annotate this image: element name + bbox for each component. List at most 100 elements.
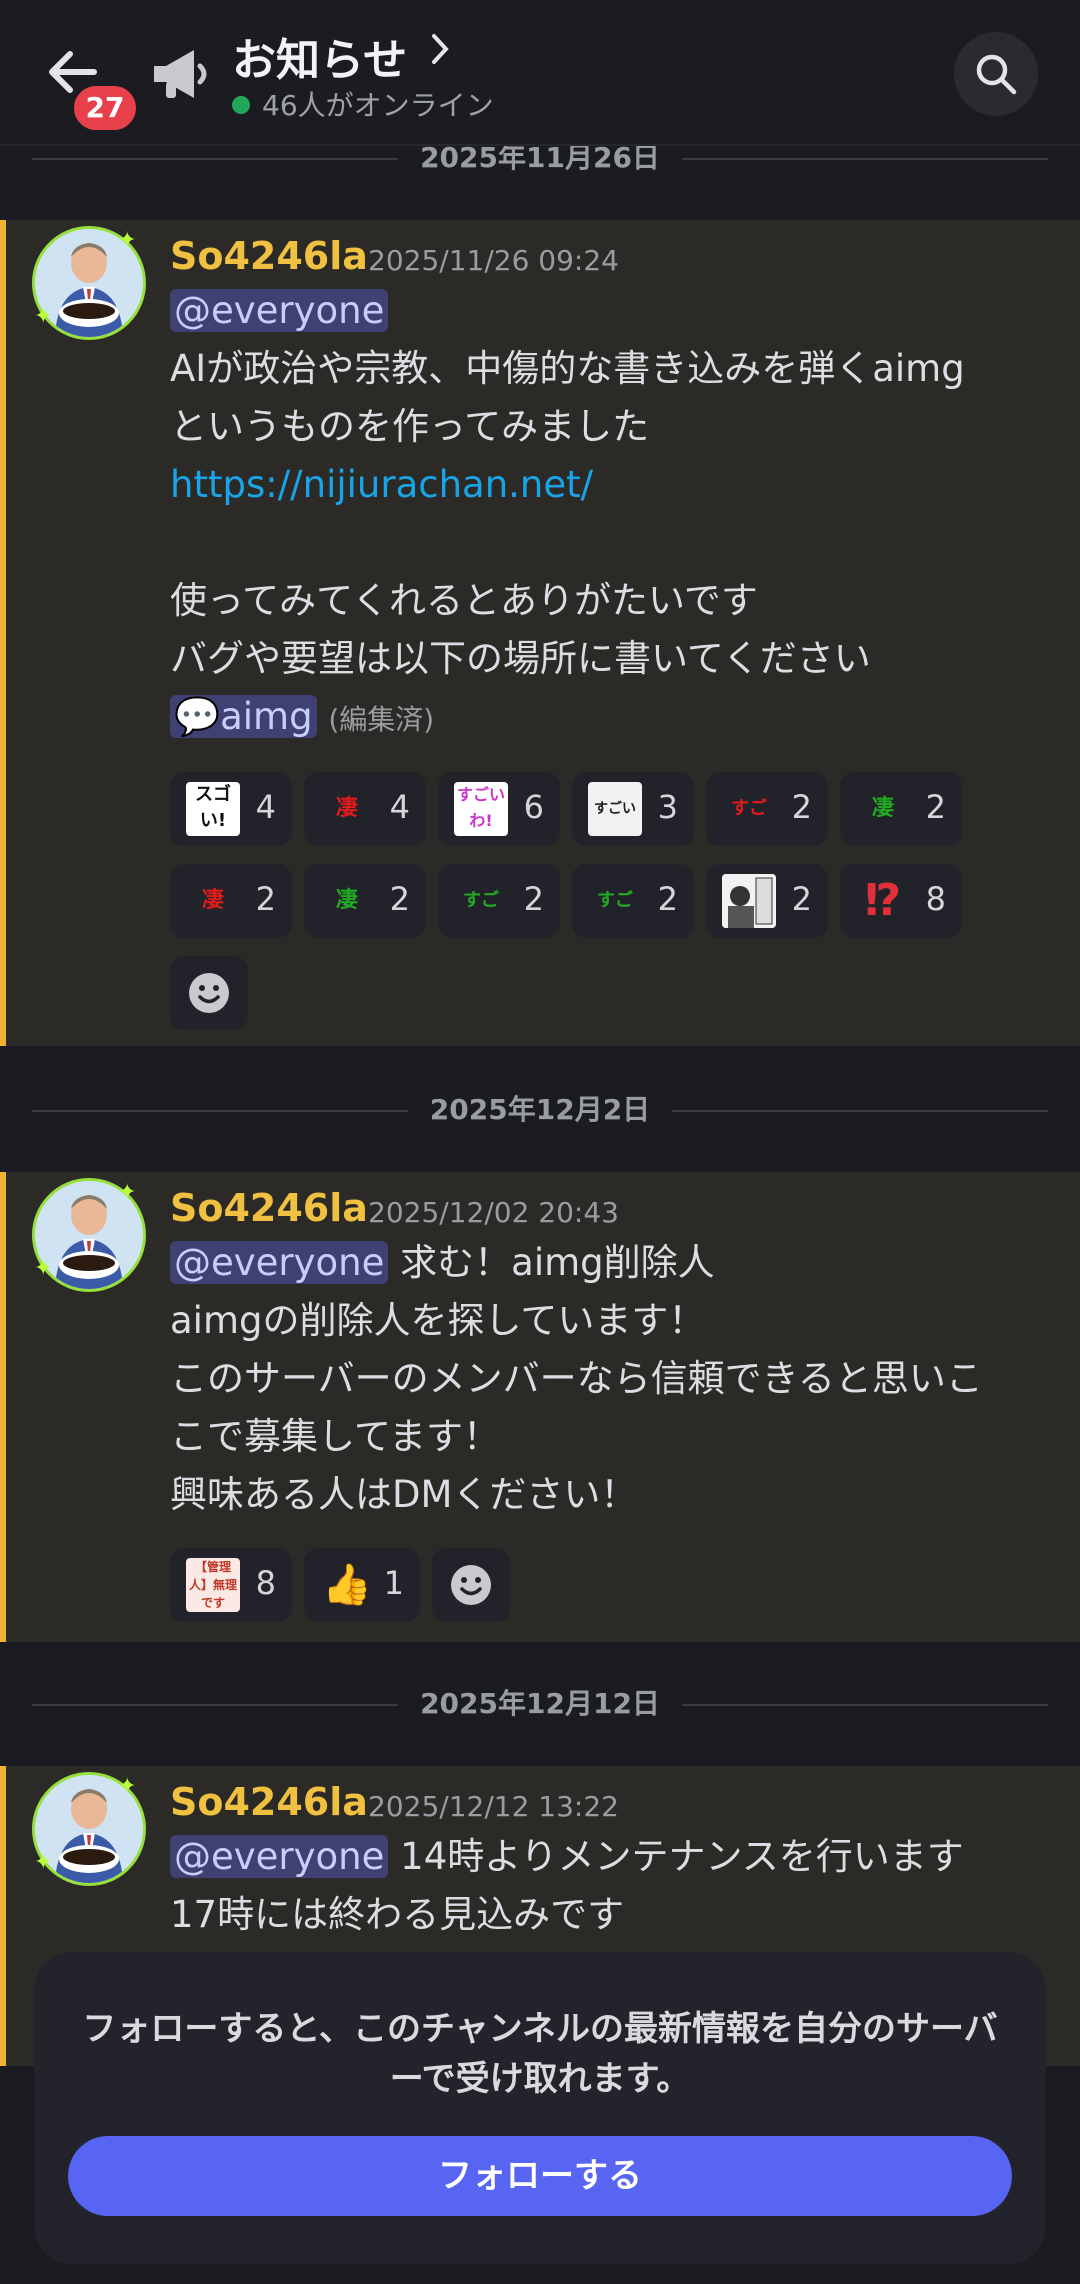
reaction-count: 6 (523, 788, 544, 826)
reaction-chip[interactable]: 凄ぇ! 2 (840, 772, 962, 846)
sugoi-green-emoji: すごい!! (463, 890, 499, 911)
reaction-count: 2 (523, 880, 544, 918)
message-text-line: aimgの削除人を探しています！ (170, 1299, 706, 1342)
author-name[interactable]: So4246la (170, 1186, 368, 1230)
sugee-green-emoji: 凄ぇ! (335, 888, 358, 913)
reaction-chip[interactable]: すごい!! 2 (438, 864, 560, 938)
sugoi-emoji: スゴい! (186, 782, 240, 836)
message-text: 14時よりメンテナンスを行います (388, 1835, 964, 1878)
message-text-line: 17時には終わる見込みです (170, 1893, 625, 1936)
channel-mention[interactable]: 💬aimg (170, 695, 317, 738)
online-status-dot (232, 96, 250, 114)
message-text-line: バグや要望は以下の場所に書いてください (170, 637, 871, 680)
date-separator: 2025年12月12日 (32, 1684, 1048, 1724)
sparkle-icon: ✦ (34, 1256, 53, 1281)
reaction-count: 2 (255, 880, 276, 918)
everyone-mention[interactable]: @everyone (170, 1241, 389, 1284)
smiley-icon (189, 973, 229, 1013)
everyone-mention[interactable]: @everyone (170, 1835, 389, 1878)
sugee-green-emoji: 凄ぇ! (871, 796, 894, 821)
message-first-line: @everyone 14時よりメンテナンスを行います (170, 1828, 964, 1886)
reaction-chip[interactable]: 凄ぇ! 2 (170, 864, 292, 938)
sugee-emoji: 凄ぇ! (201, 888, 224, 913)
follow-description-line: フォローすると、このチャンネルの最新情報を自分のサーバ (82, 2009, 998, 2049)
reaction-chip[interactable]: 👍 1 (304, 1548, 420, 1622)
search-button[interactable] (954, 32, 1038, 116)
reaction-chip[interactable]: 凄ぇ! 4 (304, 772, 426, 846)
follow-description-line: ーで受け取れます。 (389, 2059, 691, 2099)
reaction-count: 3 (657, 788, 678, 826)
online-count: 46人がオンライン (232, 84, 494, 124)
reaction-count: 2 (657, 880, 678, 918)
message-first-line: @everyone 求む！aimg削除人 (170, 1234, 715, 1292)
reaction-chip[interactable]: スゴい! 4 (170, 772, 292, 846)
message-timestamp: 2025/11/26 09:24 (368, 244, 619, 277)
message-timestamp: 2025/12/02 20:43 (368, 1196, 619, 1229)
reaction-chip[interactable]: 2 (706, 864, 828, 938)
search-icon (976, 54, 1017, 95)
channel-header: 27 お知らせ 46人がオンライン (0, 0, 1080, 146)
date-separator-label: 2025年12月12日 (398, 1687, 682, 1720)
sparkle-icon: ✦ (34, 304, 53, 329)
reaction-chip[interactable]: すごい 3 (572, 772, 694, 846)
chevron-right-icon[interactable] (430, 32, 452, 66)
manga-panel-emoji (722, 874, 776, 928)
channel-mention-line: 💬aimg (編集済) (170, 688, 434, 749)
date-separator-label: 2025年12月2日 (407, 1093, 673, 1126)
sparkle-icon: ✦ (118, 1774, 137, 1799)
kanrinin-muri-emoji: 【管理人】無理です (186, 1558, 240, 1612)
add-reaction-button[interactable] (432, 1548, 510, 1622)
message-text-line: 興味ある人はDMください！ (170, 1473, 638, 1516)
follow-button[interactable]: フォローする (68, 2136, 1012, 2216)
message-link[interactable]: https://nijiurachan.net/ (170, 456, 593, 514)
add-reaction-button[interactable] (170, 956, 248, 1030)
reaction-count: 8 (255, 1564, 276, 1602)
follow-channel-panel: フォローすると、このチャンネルの最新情報を自分のサーバ ーで受け取れます。 フォ… (34, 1952, 1046, 2264)
message-text-line: AIが政治や宗教、中傷的な書き込みを弾くaimg (170, 347, 965, 390)
author-name[interactable]: So4246la (170, 234, 368, 278)
reaction-chip[interactable]: すごいわ! 6 (438, 772, 560, 846)
sugoi-green-emoji: すごい!! (597, 890, 633, 911)
message-text: 求む！aimg削除人 (388, 1241, 715, 1284)
unread-badge: 27 (70, 82, 140, 134)
channel-mention-label: aimg (220, 695, 313, 738)
reaction-count: 4 (389, 788, 410, 826)
reaction-chip[interactable]: 凄ぇ! 2 (304, 864, 426, 938)
reaction-count: 4 (255, 788, 276, 826)
message-text-line: このサーバーのメンバーなら信頼できると思いこ (170, 1357, 983, 1400)
online-count-label: 46人がオンライン (262, 89, 494, 122)
sugoiwa-emoji: すごいわ! (454, 782, 508, 836)
reaction-count: 8 (925, 880, 946, 918)
sparkle-icon: ✦ (34, 1850, 53, 1875)
reaction-count: 2 (791, 880, 812, 918)
channel-title[interactable]: お知らせ (232, 24, 407, 88)
manga-sugoi-emoji: すごい (588, 782, 642, 836)
thumbs-up-emoji: 👍 (322, 1562, 372, 1608)
message-timestamp: 2025/12/12 13:22 (368, 1790, 619, 1823)
reaction-chip[interactable]: ⁉ 8 (840, 864, 962, 938)
exclamation-question-emoji: ⁉ (864, 875, 902, 926)
reaction-chip[interactable]: すごい!! 2 (572, 864, 694, 938)
reaction-chip[interactable]: すごい!! 2 (706, 772, 828, 846)
date-separator: 2025年12月2日 (32, 1090, 1048, 1130)
reaction-count: 2 (925, 788, 946, 826)
reaction-count: 1 (383, 1564, 404, 1602)
sparkle-icon: ✦ (118, 228, 137, 253)
everyone-mention[interactable]: @everyone (170, 289, 389, 332)
chat-bubble-icon: 💬 (174, 695, 221, 738)
author-name[interactable]: So4246la (170, 1780, 368, 1824)
reaction-count: 2 (791, 788, 812, 826)
reaction-chip[interactable]: 【管理人】無理です 8 (170, 1548, 292, 1622)
sugee-emoji: 凄ぇ! (335, 796, 358, 821)
message-mention-line: @everyone (170, 282, 389, 340)
announcement-megaphone-icon (150, 46, 212, 102)
edited-label: (編集済) (328, 703, 435, 736)
message[interactable]: ✦ ✦ So4246la 2025/12/02 20:43 @everyone … (0, 1172, 1080, 1642)
reaction-count: 2 (389, 880, 410, 918)
message-text-line: こで募集してます！ (170, 1415, 501, 1458)
message-text-line: 使ってみてくれるとありがたいです (170, 579, 758, 622)
sparkle-icon: ✦ (118, 1180, 137, 1205)
message[interactable]: ✦ ✦ So4246la 2025/11/26 09:24 @everyone … (0, 220, 1080, 1046)
follow-description: フォローすると、このチャンネルの最新情報を自分のサーバ ーで受け取れます。 (64, 2004, 1016, 2104)
sugoi-red-emoji: すごい!! (731, 798, 767, 819)
